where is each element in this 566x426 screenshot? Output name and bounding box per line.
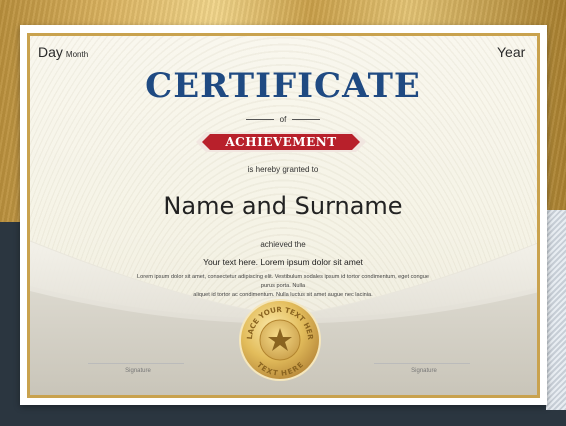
achieved-text: achieved the	[260, 240, 306, 249]
lorem-line-1: Lorem ipsum dolor sit amet, consectetur …	[137, 274, 429, 289]
divider-line-left	[245, 118, 274, 120]
signature-line-right	[374, 363, 470, 364]
lorem-paragraph: Lorem ipsum dolor sit amet, consectetur …	[133, 273, 433, 300]
of-divider: of	[233, 113, 333, 125]
description-text: Your text here. Lorem ipsum dolor sit am…	[203, 257, 363, 267]
recipient-name: Name and Surname	[163, 192, 403, 220]
signature-label-left: Signature	[125, 368, 151, 374]
day-text: Day	[38, 44, 63, 60]
divider-line-right	[292, 118, 321, 120]
month-text: Month	[65, 50, 89, 59]
signature-line-left	[88, 363, 184, 364]
ribbon-label: ACHIEVEMENT	[225, 135, 337, 149]
certificate-title: CERTIFICATE	[145, 66, 421, 106]
gold-seal: PLACE YOUR TEXT HERE TEXT HERE	[238, 298, 321, 381]
day-label: Day Month	[38, 44, 88, 60]
granted-text: is hereby granted to	[247, 165, 319, 174]
year-label: Year	[497, 44, 526, 60]
signature-label-right: Signature	[411, 368, 437, 374]
of-text: of	[279, 114, 287, 124]
